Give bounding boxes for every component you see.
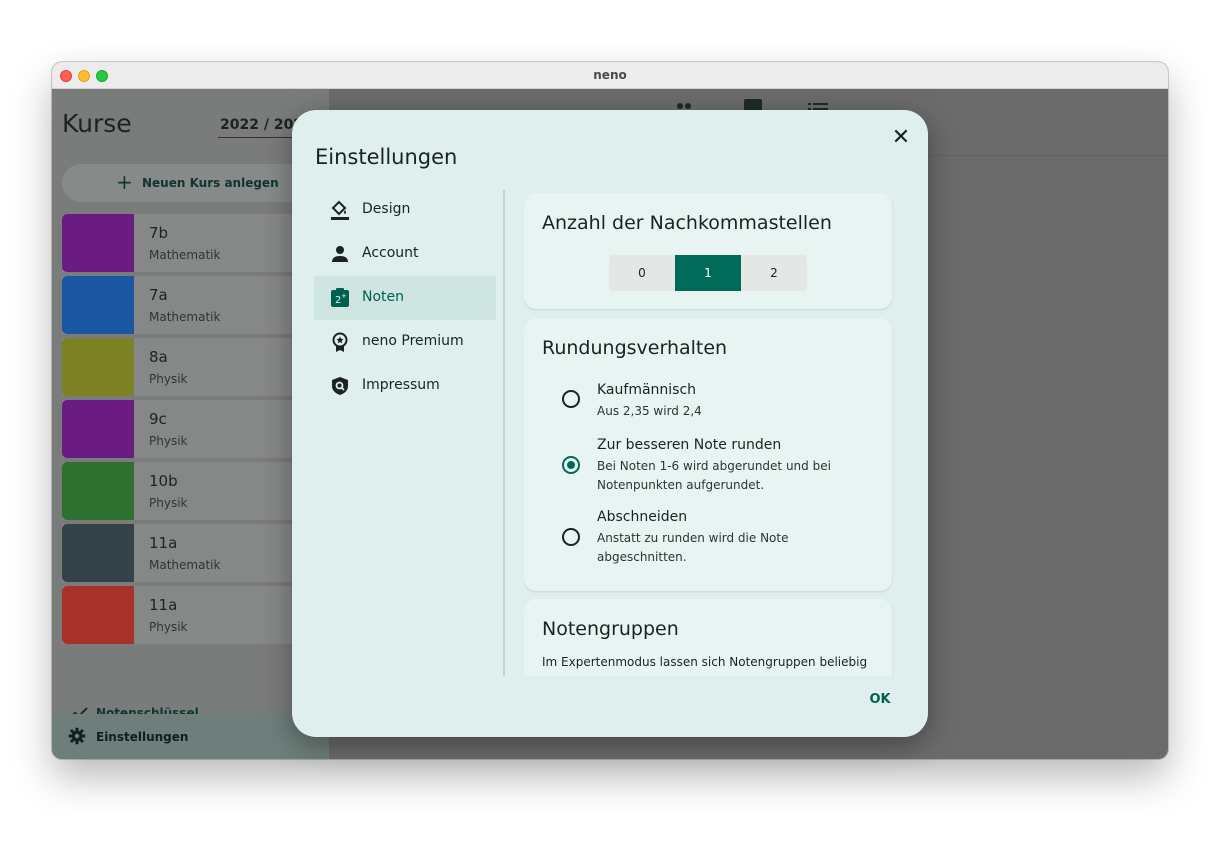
ok-button[interactable]: OK: [860, 688, 900, 712]
option-description: Anstatt zu runden wird die Note abgeschn…: [597, 531, 789, 564]
settings-dialog: Einstellungen ✕ Design Account 2 + Noten: [292, 110, 928, 737]
new-course-label: Neuen Kurs anlegen: [142, 176, 279, 190]
radio-abschneiden[interactable]: [562, 528, 580, 546]
settings-nav-item[interactable]: Einstellungen: [96, 730, 188, 744]
course-name: 11a: [149, 534, 178, 552]
option-title[interactable]: Abschneiden: [597, 509, 687, 525]
course-name: 7a: [149, 286, 168, 304]
radio-bessere-note[interactable]: [562, 456, 580, 474]
sidebar: Kurse 2022 / 2023 + Neuen Kurs anlegen 7…: [52, 89, 329, 759]
decimals-title: Anzahl der Nachkommastellen: [542, 212, 832, 234]
settings-nav-bg[interactable]: [52, 714, 329, 759]
decimals-option-2[interactable]: 2: [741, 255, 807, 291]
course-item[interactable]: 10b Physik: [62, 462, 329, 520]
nav-label: Noten: [362, 289, 405, 305]
svg-text:+: +: [341, 292, 347, 300]
course-subject: Mathematik: [149, 310, 221, 324]
course-subject: Physik: [149, 434, 188, 448]
grade-groups-text: Im Expertenmodus lassen sich Notengruppe…: [542, 655, 868, 676]
nav-item-account[interactable]: Account: [314, 232, 496, 276]
settings-content[interactable]: Anzahl der Nachkommastellen 0 1 2 Rundun…: [524, 193, 894, 676]
option-title[interactable]: Kaufmännisch: [597, 382, 696, 398]
course-name: 10b: [149, 472, 178, 490]
plus-icon: +: [116, 170, 133, 194]
premium-badge-icon: [332, 332, 348, 352]
radio-kaufmaennisch[interactable]: [562, 390, 580, 408]
dialog-divider: [503, 190, 505, 676]
course-name: 11a: [149, 596, 178, 614]
nav-label: neno Premium: [362, 333, 464, 349]
course-color-swatch: [62, 276, 134, 334]
course-subject: Physik: [149, 496, 188, 510]
dialog-title: Einstellungen: [315, 145, 458, 169]
course-color-swatch: [62, 338, 134, 396]
nav-item-premium[interactable]: neno Premium: [314, 320, 496, 364]
nav-item-noten[interactable]: 2 + Noten: [314, 276, 496, 320]
rounding-card: Rundungsverhalten Kaufmännisch Aus 2,35 …: [524, 318, 892, 591]
grade-groups-title: Notengruppen: [542, 618, 679, 640]
option-description: Aus 2,35 wird 2,4: [597, 404, 702, 418]
nav-label: Account: [362, 245, 419, 261]
nav-label: Impressum: [362, 377, 440, 393]
course-item[interactable]: 7b Mathematik: [62, 214, 329, 272]
course-item[interactable]: 7a Mathematik: [62, 276, 329, 334]
grade-groups-card: Notengruppen Im Expertenmodus lassen sic…: [524, 599, 892, 676]
sidebar-heading: Kurse: [62, 109, 132, 138]
shield-search-icon: [332, 377, 348, 395]
course-subject: Physik: [149, 372, 188, 386]
decimals-segmented-control: 0 1 2: [609, 255, 807, 291]
course-color-swatch: [62, 524, 134, 582]
course-name: 9c: [149, 410, 167, 428]
option-description: Bei Noten 1-6 wird abgerundet und bei No…: [597, 459, 831, 492]
option-title[interactable]: Zur besseren Note runden: [597, 437, 781, 453]
course-item[interactable]: 11a Physik: [62, 586, 329, 644]
course-color-swatch: [62, 586, 134, 644]
course-item[interactable]: 8a Physik: [62, 338, 329, 396]
course-name: 8a: [149, 348, 168, 366]
rounding-title: Rundungsverhalten: [542, 337, 728, 359]
nav-label: Design: [362, 201, 411, 217]
paint-bucket-icon: [331, 200, 349, 220]
window-title: neno: [593, 68, 627, 82]
decimals-option-0[interactable]: 0: [609, 255, 675, 291]
course-subject: Mathematik: [149, 248, 221, 262]
nav-item-design[interactable]: Design: [314, 188, 496, 232]
new-course-button[interactable]: + Neuen Kurs anlegen: [62, 164, 322, 202]
decimals-card: Anzahl der Nachkommastellen 0 1 2: [524, 193, 892, 309]
course-subject: Physik: [149, 620, 188, 634]
decimals-option-1[interactable]: 1: [675, 255, 741, 291]
grade-icon: 2 +: [331, 288, 349, 307]
close-icon[interactable]: ✕: [889, 126, 913, 150]
course-subject: Mathematik: [149, 558, 221, 572]
course-color-swatch: [62, 400, 134, 458]
course-item[interactable]: 11a Mathematik: [62, 524, 329, 582]
course-color-swatch: [62, 462, 134, 520]
course-name: 7b: [149, 224, 169, 242]
course-item[interactable]: 9c Physik: [62, 400, 329, 458]
nav-item-impressum[interactable]: Impressum: [314, 364, 496, 408]
person-icon: [332, 246, 348, 262]
title-bar: neno: [52, 62, 1168, 89]
course-color-swatch: [62, 214, 134, 272]
gear-icon: [68, 727, 86, 745]
